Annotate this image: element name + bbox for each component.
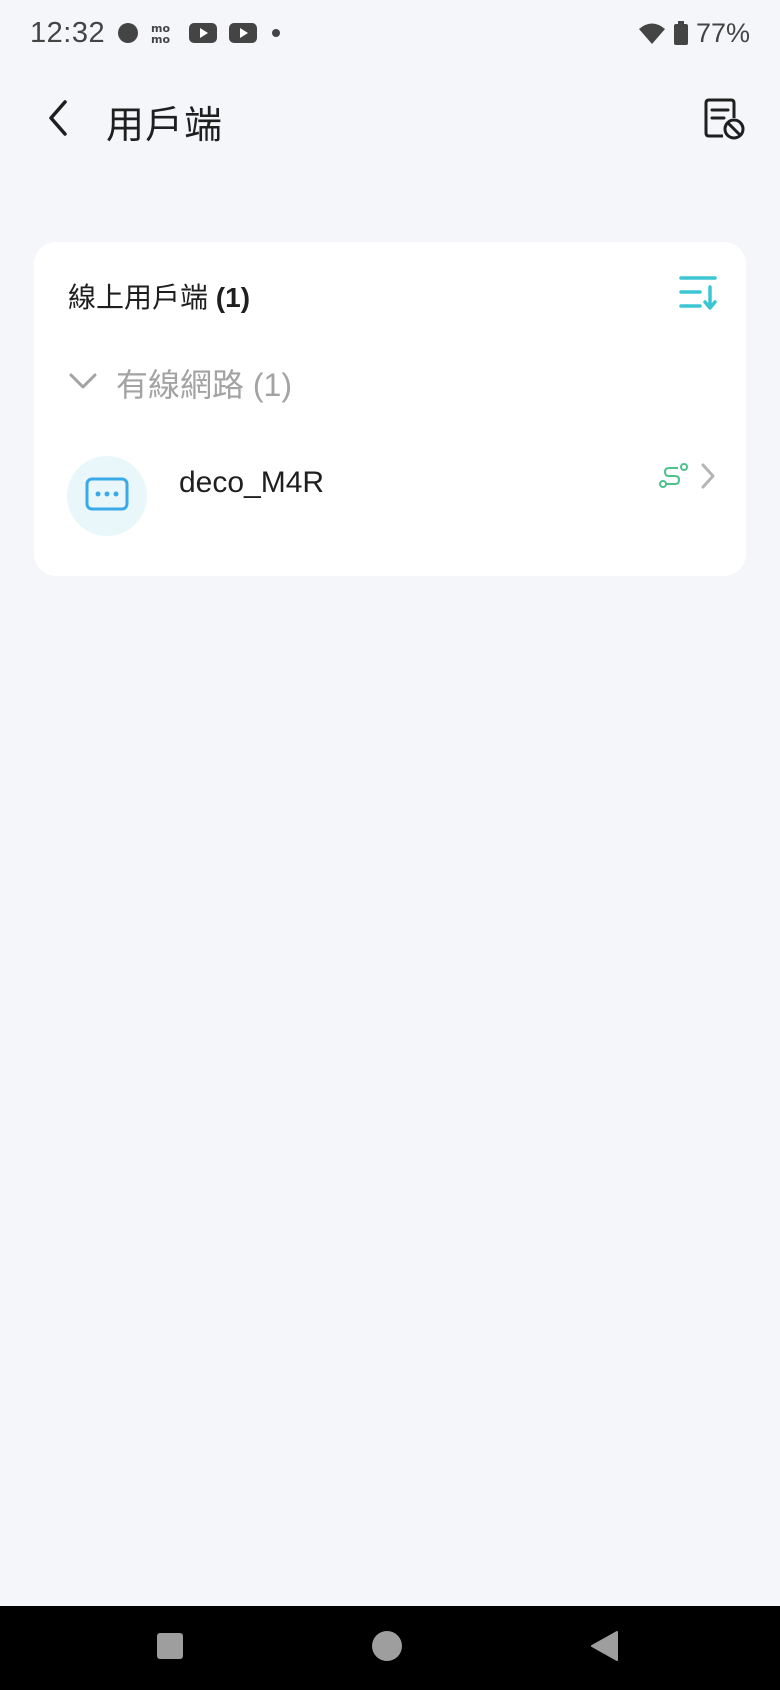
client-name: deco_M4R bbox=[179, 466, 325, 499]
mo-app-icon: mo mo bbox=[151, 22, 177, 44]
sort-icon bbox=[678, 273, 718, 316]
online-clients-card: 線上用戶端 (1) 有線網路 (1) deco_M4R bbox=[34, 242, 746, 576]
online-clients-count: (1) bbox=[215, 282, 251, 313]
back-button[interactable] bbox=[30, 92, 86, 148]
online-clients-header: 線上用戶端 (1) bbox=[68, 276, 250, 316]
chevron-left-icon bbox=[43, 98, 73, 143]
status-time: 12:32 bbox=[30, 16, 106, 49]
blocklist-button[interactable] bbox=[696, 92, 752, 148]
status-right: 77% bbox=[638, 18, 750, 49]
svg-text:mo: mo bbox=[151, 33, 170, 44]
dot-icon bbox=[269, 26, 283, 40]
clients-screen: 12:32 mo mo 77% 用戶端 線上用戶端 (1) 有線網路 (1) d… bbox=[0, 0, 780, 1690]
client-avatar bbox=[67, 456, 147, 536]
sort-button[interactable] bbox=[676, 272, 720, 316]
battery-percent: 77% bbox=[695, 17, 750, 48]
system-nav-bar bbox=[0, 1606, 780, 1690]
home-button[interactable] bbox=[367, 1628, 407, 1668]
chevron-down-icon bbox=[68, 371, 98, 396]
system-back-button[interactable] bbox=[584, 1628, 624, 1668]
blocklist-icon bbox=[703, 96, 745, 145]
recents-button[interactable] bbox=[150, 1628, 190, 1668]
group-wired-label: 有線網路 (1) bbox=[116, 367, 293, 403]
network-device-icon bbox=[85, 477, 129, 516]
record-dot-icon bbox=[117, 22, 139, 44]
wifi-icon bbox=[638, 21, 666, 45]
app-bar: 用戶端 bbox=[0, 80, 780, 160]
status-left: 12:32 mo mo bbox=[30, 17, 283, 50]
group-wired-toggle[interactable]: 有線網路 (1) bbox=[68, 360, 292, 406]
youtube-icon bbox=[229, 23, 258, 43]
page-title: 用戶端 bbox=[106, 105, 224, 147]
online-clients-title: 線上用戶端 bbox=[68, 282, 209, 313]
chevron-right-icon bbox=[696, 460, 720, 492]
battery-icon bbox=[673, 21, 688, 45]
back-triangle-icon bbox=[589, 1630, 619, 1667]
youtube-icon bbox=[189, 23, 218, 43]
recents-icon bbox=[156, 1632, 184, 1665]
client-row[interactable]: deco_M4R bbox=[34, 456, 746, 552]
connection-path-icon bbox=[658, 460, 690, 492]
status-bar: 12:32 mo mo 77% bbox=[0, 0, 780, 66]
home-icon bbox=[371, 1630, 403, 1667]
